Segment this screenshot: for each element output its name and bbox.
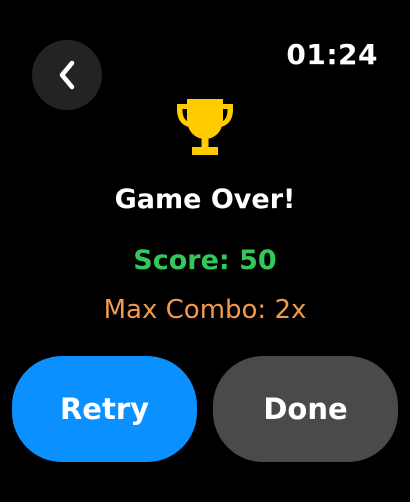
chevron-left-icon <box>59 60 75 90</box>
status-time: 01:24 <box>286 38 378 71</box>
trophy-icon <box>177 99 233 155</box>
game-over-title: Game Over! <box>114 184 296 215</box>
retry-button[interactable]: Retry <box>12 356 197 462</box>
back-button[interactable] <box>32 40 102 110</box>
score-text: Score: 50 <box>133 245 277 276</box>
max-combo-text: Max Combo: 2x <box>103 295 307 325</box>
done-button[interactable]: Done <box>213 356 398 462</box>
